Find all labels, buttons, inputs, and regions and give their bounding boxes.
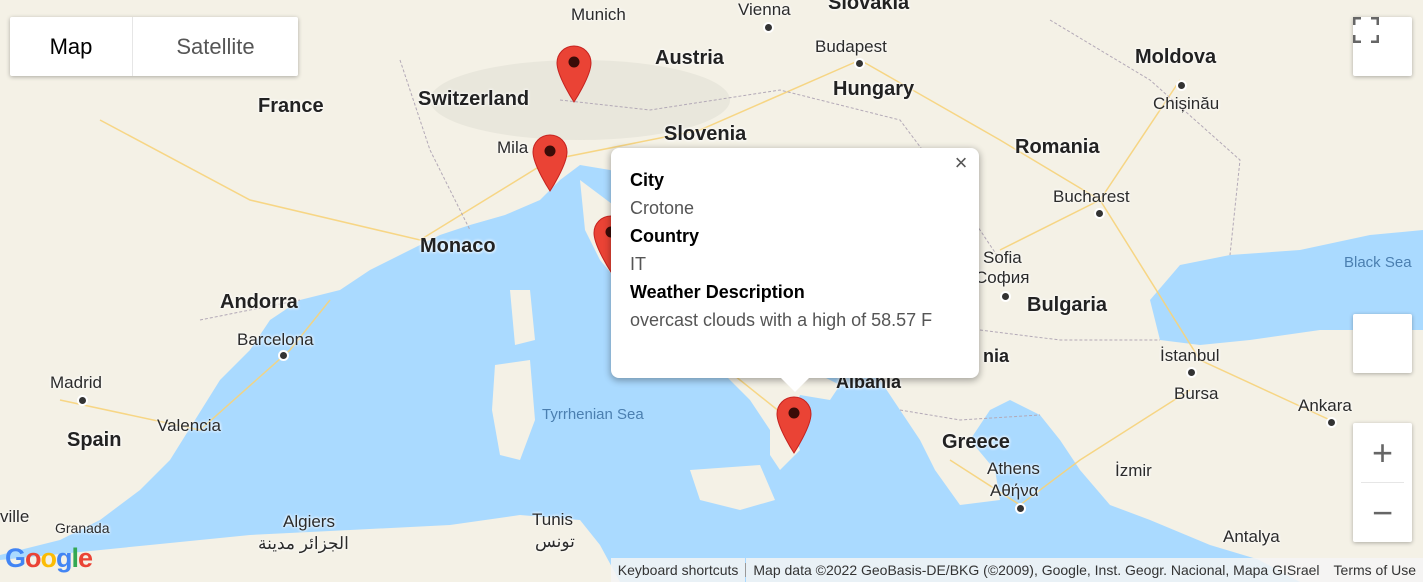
marker-2[interactable]	[531, 133, 569, 193]
city-dot	[1094, 208, 1105, 219]
country-label-greece: Greece	[942, 431, 1010, 453]
map-type-control: Map Satellite	[10, 17, 298, 76]
city-label-tunis-arabic: تونس	[535, 532, 575, 551]
city-label-milan: Mila	[497, 138, 529, 157]
country-label-bulgaria: Bulgaria	[1027, 294, 1108, 316]
close-icon[interactable]: ×	[949, 152, 973, 176]
city-dot	[763, 22, 774, 33]
city-label-seville-partial: ville	[0, 507, 30, 526]
city-label-budapest: Budapest	[815, 37, 887, 56]
city-dot	[1000, 291, 1011, 302]
city-dot	[1186, 367, 1197, 378]
country-label-austria: Austria	[655, 47, 724, 69]
city-label-athens: Athens	[987, 459, 1040, 478]
keyboard-shortcuts-link[interactable]: Keyboard shortcuts	[610, 558, 746, 582]
zoom-in-button[interactable]: +	[1353, 423, 1412, 482]
fullscreen-icon	[1353, 17, 1379, 43]
info-value-city: Crotone	[630, 198, 695, 218]
info-key-city: City	[630, 170, 665, 190]
info-key-weather: Weather Description	[630, 282, 805, 302]
sea-label-tyrrhenian: Tyrrhenian Sea	[542, 406, 644, 423]
city-label-sofia: Sofia	[983, 248, 1022, 267]
city-label-ankara: Ankara	[1298, 396, 1352, 415]
city-dot	[1326, 417, 1337, 428]
country-label-france: France	[258, 95, 324, 117]
city-label-antalya: Antalya	[1223, 527, 1280, 546]
city-label-athens-greek: Αθήνα	[990, 481, 1039, 500]
country-label-romania: Romania	[1015, 136, 1100, 158]
street-view-pegman-button[interactable]	[1353, 314, 1412, 373]
country-label-moldova: Moldova	[1135, 46, 1217, 68]
city-dot	[1015, 503, 1026, 514]
city-label-vienna: Vienna	[738, 0, 791, 19]
city-label-tunis: Tunis	[532, 510, 573, 529]
city-label-valencia: Valencia	[157, 416, 221, 435]
info-window: × City Crotone Country IT Weather Descri…	[611, 148, 979, 392]
info-value-country: IT	[630, 254, 646, 274]
info-window-content: City Crotone Country IT Weather Descript…	[630, 166, 932, 334]
country-label-slovenia: Slovenia	[664, 123, 747, 145]
country-label-slovakia: Slovakia	[828, 0, 910, 14]
map-type-map-button[interactable]: Map	[10, 17, 132, 76]
zoom-control: + −	[1353, 423, 1412, 542]
city-label-madrid: Madrid	[50, 373, 102, 392]
google-logo[interactable]: Google	[5, 543, 93, 574]
city-label-bucharest: Bucharest	[1053, 187, 1130, 206]
country-label-switzerland: Switzerland	[418, 88, 530, 110]
city-label-bursa: Bursa	[1174, 384, 1219, 403]
map-footer: Keyboard shortcuts Map data ©2022 GeoBas…	[610, 558, 1423, 582]
map-type-satellite-button[interactable]: Satellite	[132, 17, 298, 76]
city-label-algiers-arabic: الجزائر مدينة	[258, 534, 349, 553]
city-label-sofia-cyrillic: София	[975, 268, 1030, 287]
city-label-granada: Granada	[55, 520, 110, 536]
marker-crotone[interactable]	[775, 395, 813, 455]
city-dot	[77, 395, 88, 406]
country-label-albania-partial: nia	[983, 346, 1010, 366]
city-dot	[854, 58, 865, 69]
city-label-munich: Munich	[571, 5, 626, 24]
info-value-weather: overcast clouds with a high of 58.57 F	[630, 310, 933, 330]
info-key-country: Country	[630, 226, 699, 246]
country-label-spain: Spain	[67, 429, 122, 451]
city-label-istanbul: İstanbul	[1160, 346, 1220, 365]
sea-label-black-sea: Black Sea	[1344, 254, 1412, 271]
city-label-chisinau: Chișinău	[1153, 94, 1220, 113]
country-label-monaco: Monaco	[420, 235, 496, 257]
map-data-attribution: Map data ©2022 GeoBasis-DE/BKG (©2009), …	[746, 558, 1327, 582]
zoom-out-button[interactable]: −	[1353, 483, 1412, 542]
fullscreen-button[interactable]	[1353, 17, 1412, 76]
city-label-barcelona: Barcelona	[237, 330, 314, 349]
marker-1[interactable]	[555, 44, 593, 104]
map-canvas[interactable]: Slovakia France Switzerland Austria Hung…	[0, 0, 1423, 582]
country-label-andorra: Andorra	[220, 291, 298, 313]
city-dot	[1176, 80, 1187, 91]
country-label-hungary: Hungary	[833, 78, 915, 100]
city-label-izmir: İzmir	[1115, 461, 1152, 480]
terms-of-use-link[interactable]: Terms of Use	[1326, 558, 1423, 582]
city-dot	[278, 350, 289, 361]
city-label-algiers: Algiers	[283, 512, 335, 531]
